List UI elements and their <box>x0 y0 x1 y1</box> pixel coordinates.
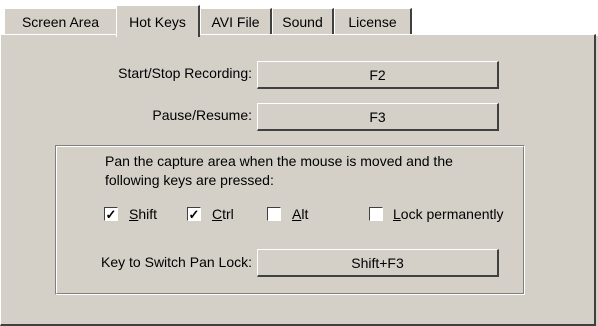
pause-resume-key: F3 <box>369 108 386 125</box>
ctrl-label-mnemonic: C <box>212 206 223 222</box>
pause-resume-label: Pause/Resume: <box>152 107 252 123</box>
start-stop-key: F2 <box>369 66 386 83</box>
hot-keys-panel: Start/Stop Recording: F2 Pause/Resume: F… <box>0 34 596 326</box>
tab-screen-area[interactable]: Screen Area <box>4 8 118 34</box>
tab-strip: Screen Area Hot Keys AVI File Sound Lice… <box>0 0 598 37</box>
alt-checkbox[interactable] <box>267 207 281 221</box>
lock-label-mnemonic: L <box>393 206 401 222</box>
check-mark-icon: ✓ <box>188 206 200 222</box>
tab-avi-file[interactable]: AVI File <box>200 8 272 34</box>
tab-sound[interactable]: Sound <box>272 8 334 34</box>
pause-resume-hotkey-button[interactable]: F3 <box>257 103 499 131</box>
switch-pan-lock-hotkey-button[interactable]: Shift+F3 <box>257 249 499 277</box>
lock-label-rest: ock permanently <box>400 206 504 222</box>
alt-label-rest: lt <box>301 206 309 222</box>
check-mark-icon: ✓ <box>105 206 117 222</box>
ctrl-label[interactable]: Ctrl <box>212 206 234 222</box>
lock-permanently-checkbox[interactable] <box>369 207 383 221</box>
tab-label: License <box>348 13 397 30</box>
shift-label-rest: hift <box>138 206 158 222</box>
tab-license[interactable]: License <box>334 8 412 34</box>
tab-label: AVI File <box>211 13 260 30</box>
start-stop-hotkey-button[interactable]: F2 <box>257 61 499 89</box>
shift-label[interactable]: Shift <box>129 206 157 222</box>
ctrl-label-rest: trl <box>222 206 234 222</box>
pan-description-line2: following keys are pressed: <box>105 172 274 188</box>
switch-pan-lock-label: Key to Switch Pan Lock: <box>101 254 252 270</box>
pan-description-line1: Pan the capture area when the mouse is m… <box>105 153 453 169</box>
tab-hot-keys[interactable]: Hot Keys <box>116 5 200 37</box>
lock-permanently-label[interactable]: Lock permanently <box>393 206 504 222</box>
settings-window: Screen Area Hot Keys AVI File Sound Lice… <box>0 0 598 326</box>
alt-label-mnemonic: A <box>292 206 302 222</box>
switch-pan-lock-key: Shift+F3 <box>351 254 404 271</box>
shift-label-mnemonic: S <box>129 206 139 222</box>
shift-checkbox[interactable]: ✓ <box>104 207 118 221</box>
ctrl-checkbox[interactable]: ✓ <box>187 207 201 221</box>
alt-label[interactable]: Alt <box>292 206 308 222</box>
tab-label: Sound <box>282 13 323 30</box>
start-stop-label: Start/Stop Recording: <box>118 65 252 81</box>
tab-label: Screen Area <box>21 13 100 30</box>
tab-label: Hot Keys <box>129 13 186 30</box>
